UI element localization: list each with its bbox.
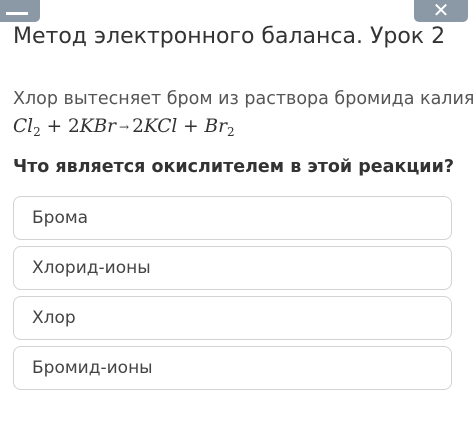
answer-option-label: Брома [32,208,89,228]
equation-plus-coef: + 2 [40,116,80,137]
equation-coef: 2 [132,116,144,137]
answer-option[interactable]: Хлор [13,296,452,340]
equation-kbr: KBr [79,116,117,137]
equation-cl: Cl [13,116,34,137]
minimize-button[interactable] [0,0,40,22]
answer-option-label: Бромид-ионы [32,358,153,378]
answer-option[interactable]: Хлорид-ионы [13,246,452,290]
equation-arrow: → [119,120,130,134]
equation-kcl: KCl [143,116,178,137]
minus-icon [6,11,28,15]
answer-option-label: Хлорид-ионы [32,258,151,278]
answer-option[interactable]: Бромид-ионы [13,346,452,390]
quiz-page: ✕ Метод электронного баланса. Урок 2 Хло… [0,0,474,426]
question-text: Что является окислителем в этой реакции? [13,157,454,177]
equation-plus: + [177,116,205,137]
close-button[interactable]: ✕ [414,0,468,22]
answer-options: Брома Хлорид-ионы Хлор Бромид-ионы [13,196,452,396]
reaction-equation: Cl2 + 2KBr → 2KCl + Br2 [13,116,235,139]
close-icon: ✕ [432,0,450,22]
equation-br-subscript: 2 [227,125,235,139]
equation-cl-subscript: 2 [33,125,41,139]
task-prompt: Хлор вытесняет бром из раствора бромида … [13,89,474,109]
equation-br: Br [204,116,227,137]
lesson-title: Метод электронного баланса. Урок 2 [13,24,446,49]
answer-option[interactable]: Брома [13,196,452,240]
answer-option-label: Хлор [32,308,76,328]
